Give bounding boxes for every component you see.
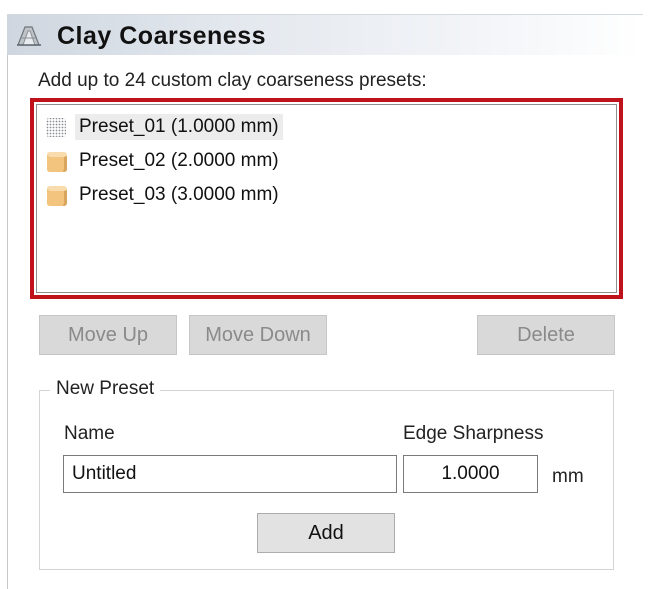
panel-left-rule (7, 52, 8, 589)
presets-list[interactable]: Preset_01 (1.0000 mm) Preset_02 (2.0000 … (36, 104, 617, 293)
name-input[interactable] (63, 455, 397, 493)
presets-highlight-frame: Preset_01 (1.0000 mm) Preset_02 (2.0000 … (30, 98, 623, 299)
panel-header: Clay Coarseness (7, 14, 643, 55)
clay-cube-icon (47, 186, 67, 206)
sharpness-unit: mm (552, 466, 584, 487)
clay-cube-icon (47, 152, 67, 172)
name-label: Name (64, 423, 115, 444)
list-item[interactable]: Preset_01 (1.0000 mm) (43, 111, 283, 143)
dotted-cube-icon (46, 118, 66, 137)
move-down-button[interactable]: Move Down (189, 315, 327, 355)
list-item-label: Preset_01 (1.0000 mm) (75, 114, 283, 140)
clay-tool-icon (17, 26, 41, 46)
edge-sharpness-label: Edge Sharpness (403, 423, 544, 444)
clay-coarseness-panel: Clay Coarseness Add up to 24 custom clay… (0, 0, 649, 589)
panel-title: Clay Coarseness (57, 22, 267, 50)
presets-description: Add up to 24 custom clay coarseness pres… (38, 70, 427, 91)
list-item[interactable]: Preset_02 (2.0000 mm) (43, 145, 283, 177)
list-item-label: Preset_03 (3.0000 mm) (79, 184, 279, 205)
edge-sharpness-input[interactable] (403, 455, 538, 493)
list-item[interactable]: Preset_03 (3.0000 mm) (43, 179, 283, 211)
delete-button[interactable]: Delete (477, 315, 615, 355)
list-item-label: Preset_02 (2.0000 mm) (79, 150, 279, 171)
new-preset-legend: New Preset (50, 378, 161, 400)
move-up-button[interactable]: Move Up (39, 315, 177, 355)
add-button[interactable]: Add (257, 513, 395, 553)
